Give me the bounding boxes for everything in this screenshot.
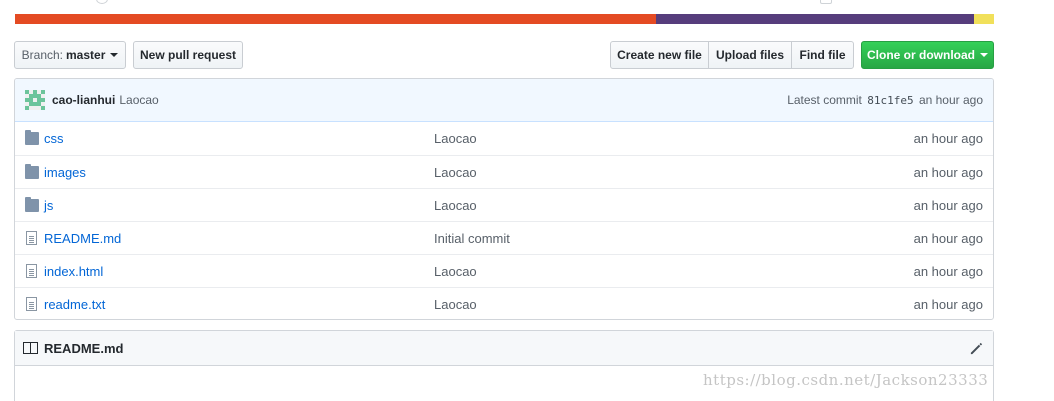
find-file-button[interactable]: Find file [791, 41, 854, 69]
file-icon [26, 231, 37, 245]
branch-prefix: Branch: [21, 48, 63, 62]
file-age: an hour ago [913, 131, 983, 146]
file-icon [26, 264, 37, 278]
folder-icon [25, 164, 39, 179]
commit-message-link[interactable]: Laocao [434, 198, 477, 213]
language-segment-css [15, 14, 657, 24]
branch-select-button[interactable]: Branch: master [14, 41, 126, 69]
file-age: an hour ago [913, 164, 983, 180]
top-strip [0, 0, 1054, 14]
latest-commit-label: Latest commit [787, 93, 862, 107]
commit-sha[interactable]: 81c1fe5 [867, 94, 913, 107]
clone-label: Clone or download [867, 48, 975, 62]
readme-panel: README.md [14, 330, 994, 401]
readme-title: README.md [44, 340, 124, 356]
chevron-down-icon [980, 53, 988, 57]
book-icon [23, 342, 39, 354]
upload-files-button[interactable]: Upload files [708, 41, 792, 69]
commit-author[interactable]: cao-lianhui [52, 93, 115, 107]
file-name-link[interactable]: js [44, 198, 53, 213]
file-age: an hour ago [913, 230, 983, 246]
commit-message-link[interactable]: Initial commit [434, 231, 510, 246]
commit-message-link[interactable]: Laocao [434, 297, 477, 312]
file-list: cao-lianhui Laocao Latest commit 81c1fe5… [14, 78, 994, 320]
file-age: an hour ago [913, 197, 983, 213]
new-pull-request-button[interactable]: New pull request [133, 41, 243, 69]
file-name-link[interactable]: index.html [44, 264, 103, 279]
commit-message-link[interactable]: Laocao [434, 131, 477, 146]
file-age: an hour ago [913, 296, 983, 312]
chevron-down-icon [110, 53, 119, 57]
commit-message-link[interactable]: Laocao [434, 264, 477, 279]
clone-or-download-button[interactable]: Clone or download [861, 41, 994, 69]
clock-icon [96, 0, 108, 4]
table-row: index.html Laocao an hour ago [15, 254, 993, 287]
language-segment-html [656, 14, 975, 24]
commit-tease: cao-lianhui Laocao Latest commit 81c1fe5… [15, 79, 993, 122]
commit-time: an hour ago [918, 93, 983, 107]
language-segment-js [974, 14, 994, 24]
file-name-link[interactable]: css [44, 131, 64, 146]
file-name-link[interactable]: images [44, 165, 86, 180]
table-row: css Laocao an hour ago [15, 122, 993, 155]
file-name-link[interactable]: readme.txt [44, 297, 105, 312]
create-new-file-button[interactable]: Create new file [610, 41, 709, 69]
table-row: images Laocao an hour ago [15, 155, 993, 188]
commit-message[interactable]: Laocao [119, 93, 158, 107]
avatar[interactable] [25, 90, 45, 110]
file-age: an hour ago [913, 263, 983, 279]
pencil-icon[interactable] [969, 341, 984, 356]
table-row: README.md Initial commit an hour ago [15, 221, 993, 254]
file-icon [26, 297, 37, 311]
table-row: js Laocao an hour ago [15, 188, 993, 221]
latest-commit: Latest commit 81c1fe5 an hour ago [787, 93, 983, 107]
scale-icon [820, 0, 832, 4]
readme-header: README.md [15, 331, 993, 366]
file-name-link[interactable]: README.md [44, 231, 121, 246]
table-row: readme.txt Laocao an hour ago [15, 287, 993, 319]
commit-message-link[interactable]: Laocao [434, 165, 477, 180]
folder-icon [25, 197, 39, 212]
file-actions-group: Create new file Upload files Find file [610, 41, 854, 69]
watermark: https://blog.csdn.net/Jackson23333 [703, 371, 989, 389]
file-rows: css Laocao an hour ago images Laocao an hour … [15, 122, 993, 319]
folder-icon [25, 130, 39, 145]
branch-name: master [66, 48, 106, 62]
language-bar[interactable] [15, 14, 994, 24]
